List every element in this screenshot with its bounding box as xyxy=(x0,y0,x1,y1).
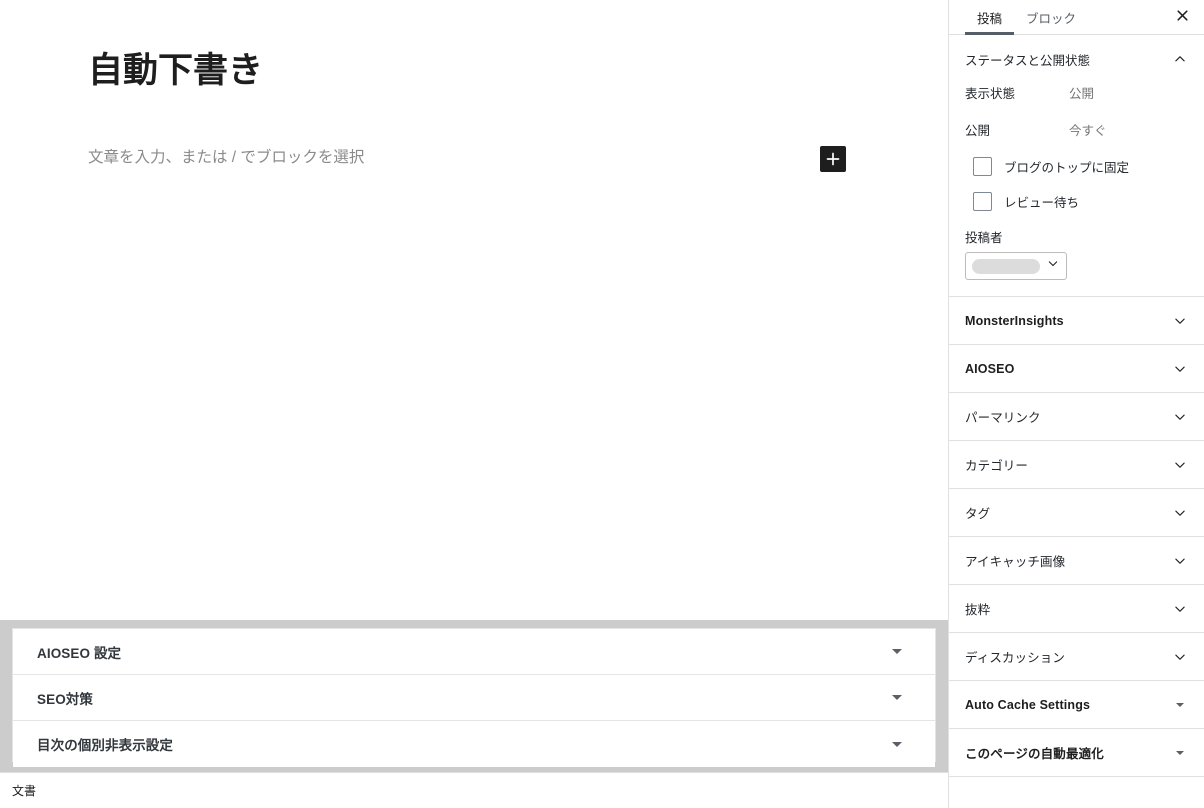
plus-icon xyxy=(821,147,845,171)
editor-region: 自動下書き 文章を入力、または / でブロックを選択 AIOSEO 設定 SEO… xyxy=(0,0,948,808)
panel-label: タグ xyxy=(965,507,991,521)
triangle-down-icon xyxy=(892,649,902,654)
triangle-down-icon xyxy=(892,695,902,700)
metabox-title: 目次の個別非表示設定 xyxy=(37,738,173,753)
sidebar-tab-bar: 投稿 ブロック xyxy=(949,0,1204,35)
publish-value-button[interactable]: 今すぐ xyxy=(1069,120,1107,139)
tab-post[interactable]: 投稿 xyxy=(965,0,1015,35)
pending-review-checkbox[interactable] xyxy=(973,192,992,211)
triangle-down-icon xyxy=(1168,693,1192,717)
author-field: 投稿者 xyxy=(965,227,1188,280)
panel-label: MonsterInsights xyxy=(965,313,1064,328)
panel-label: このページの自動最適化 xyxy=(965,747,1104,761)
panel-monsterinsights[interactable]: MonsterInsights xyxy=(949,297,1204,345)
metabox-toggle-button[interactable] xyxy=(887,688,907,708)
panel-title: ステータスと公開状態 xyxy=(965,53,1091,68)
panel-categories[interactable]: カテゴリー xyxy=(949,441,1204,489)
author-value-redacted xyxy=(972,258,1040,274)
metabox-seo[interactable]: SEO対策 xyxy=(13,675,935,721)
panel-label: Auto Cache Settings xyxy=(965,697,1091,712)
visibility-label: 表示状態 xyxy=(965,87,1016,101)
panel-label: カテゴリー xyxy=(965,459,1029,473)
panel-status-visibility: ステータスと公開状態 表示状態 公開 公開 今すぐ ブログのトップに固定 レビュ… xyxy=(949,35,1204,297)
panel-label: アイキャッチ画像 xyxy=(965,555,1066,569)
settings-sidebar: 投稿 ブロック ステータスと公開状態 表示状態 公開 公開 今すぐ ブログのトッ… xyxy=(948,0,1204,808)
panel-featured-image[interactable]: アイキャッチ画像 xyxy=(949,537,1204,585)
editor-canvas[interactable]: 自動下書き 文章を入力、または / でブロックを選択 xyxy=(0,0,948,620)
metabox-container: AIOSEO 設定 SEO対策 目次の個別非表示設定 xyxy=(12,628,936,767)
panel-label: パーマリンク xyxy=(965,411,1041,425)
chevron-down-icon xyxy=(1045,256,1061,277)
panel-label: ディスカッション xyxy=(965,651,1065,665)
sidebar-panel-list: MonsterInsights AIOSEO パーマリンク カテゴリー タグ ア… xyxy=(949,297,1204,777)
metabox-title: SEO対策 xyxy=(37,691,94,707)
tab-block-label: ブロック xyxy=(1026,11,1077,26)
tab-post-label: 投稿 xyxy=(977,11,1003,26)
panel-page-auto-optimize[interactable]: このページの自動最適化 xyxy=(949,729,1204,777)
metabox-toggle-button[interactable] xyxy=(887,734,907,754)
row-visibility: 表示状態 公開 xyxy=(965,83,1188,102)
panel-status-visibility-body: 表示状態 公開 公開 今すぐ ブログのトップに固定 レビュー待ち 投稿者 xyxy=(949,83,1204,296)
chevron-down-icon xyxy=(1168,405,1192,429)
panel-aioseo[interactable]: AIOSEO xyxy=(949,345,1204,393)
metabox-aioseo-settings[interactable]: AIOSEO 設定 xyxy=(13,629,935,675)
sticky-post-row[interactable]: ブログのトップに固定 xyxy=(965,157,1188,176)
panel-tags[interactable]: タグ xyxy=(949,489,1204,537)
triangle-down-icon xyxy=(1168,741,1192,765)
chevron-down-icon xyxy=(1168,309,1192,333)
post-title[interactable]: 自動下書き xyxy=(88,48,848,94)
pending-review-row[interactable]: レビュー待ち xyxy=(965,192,1188,211)
publish-label: 公開 xyxy=(965,124,991,138)
chevron-up-icon xyxy=(1168,47,1192,71)
author-select[interactable] xyxy=(965,252,1067,280)
panel-excerpt[interactable]: 抜粋 xyxy=(949,585,1204,633)
visibility-value-button[interactable]: 公開 xyxy=(1069,83,1094,102)
pending-review-label[interactable]: レビュー待ち xyxy=(1004,192,1079,211)
close-icon xyxy=(1175,8,1190,26)
panel-discussion[interactable]: ディスカッション xyxy=(949,633,1204,681)
chevron-down-icon xyxy=(1168,453,1192,477)
panel-status-visibility-header[interactable]: ステータスと公開状態 xyxy=(949,35,1204,83)
metabox-title: AIOSEO 設定 xyxy=(37,645,122,661)
sticky-post-checkbox[interactable] xyxy=(973,157,992,176)
breadcrumb-document[interactable]: 文書 xyxy=(12,782,36,799)
default-block-placeholder[interactable]: 文章を入力、または / でブロックを選択 xyxy=(88,146,808,171)
metabox-area: AIOSEO 設定 SEO対策 目次の個別非表示設定 xyxy=(0,620,948,772)
chevron-down-icon xyxy=(1168,357,1192,381)
metabox-toggle-button[interactable] xyxy=(887,642,907,662)
panel-label: AIOSEO xyxy=(965,361,1015,376)
panel-permalink[interactable]: パーマリンク xyxy=(949,393,1204,441)
chevron-down-icon xyxy=(1168,645,1192,669)
tab-block[interactable]: ブロック xyxy=(1014,0,1088,34)
sticky-post-label[interactable]: ブログのトップに固定 xyxy=(1004,157,1129,176)
block-inserter-button[interactable] xyxy=(820,146,846,172)
panel-label: 抜粋 xyxy=(965,603,991,617)
metabox-toc-hide-settings[interactable]: 目次の個別非表示設定 xyxy=(13,721,935,767)
panel-auto-cache-settings[interactable]: Auto Cache Settings xyxy=(949,681,1204,729)
close-sidebar-button[interactable] xyxy=(1168,3,1196,31)
author-label: 投稿者 xyxy=(965,231,1003,245)
editor-bottom-bar: 文書 xyxy=(0,772,948,808)
chevron-down-icon xyxy=(1168,597,1192,621)
chevron-down-icon xyxy=(1168,549,1192,573)
chevron-down-icon xyxy=(1168,501,1192,525)
row-publish: 公開 今すぐ xyxy=(965,120,1188,139)
editor-app: 自動下書き 文章を入力、または / でブロックを選択 AIOSEO 設定 SEO… xyxy=(0,0,1204,808)
triangle-down-icon xyxy=(892,741,902,747)
